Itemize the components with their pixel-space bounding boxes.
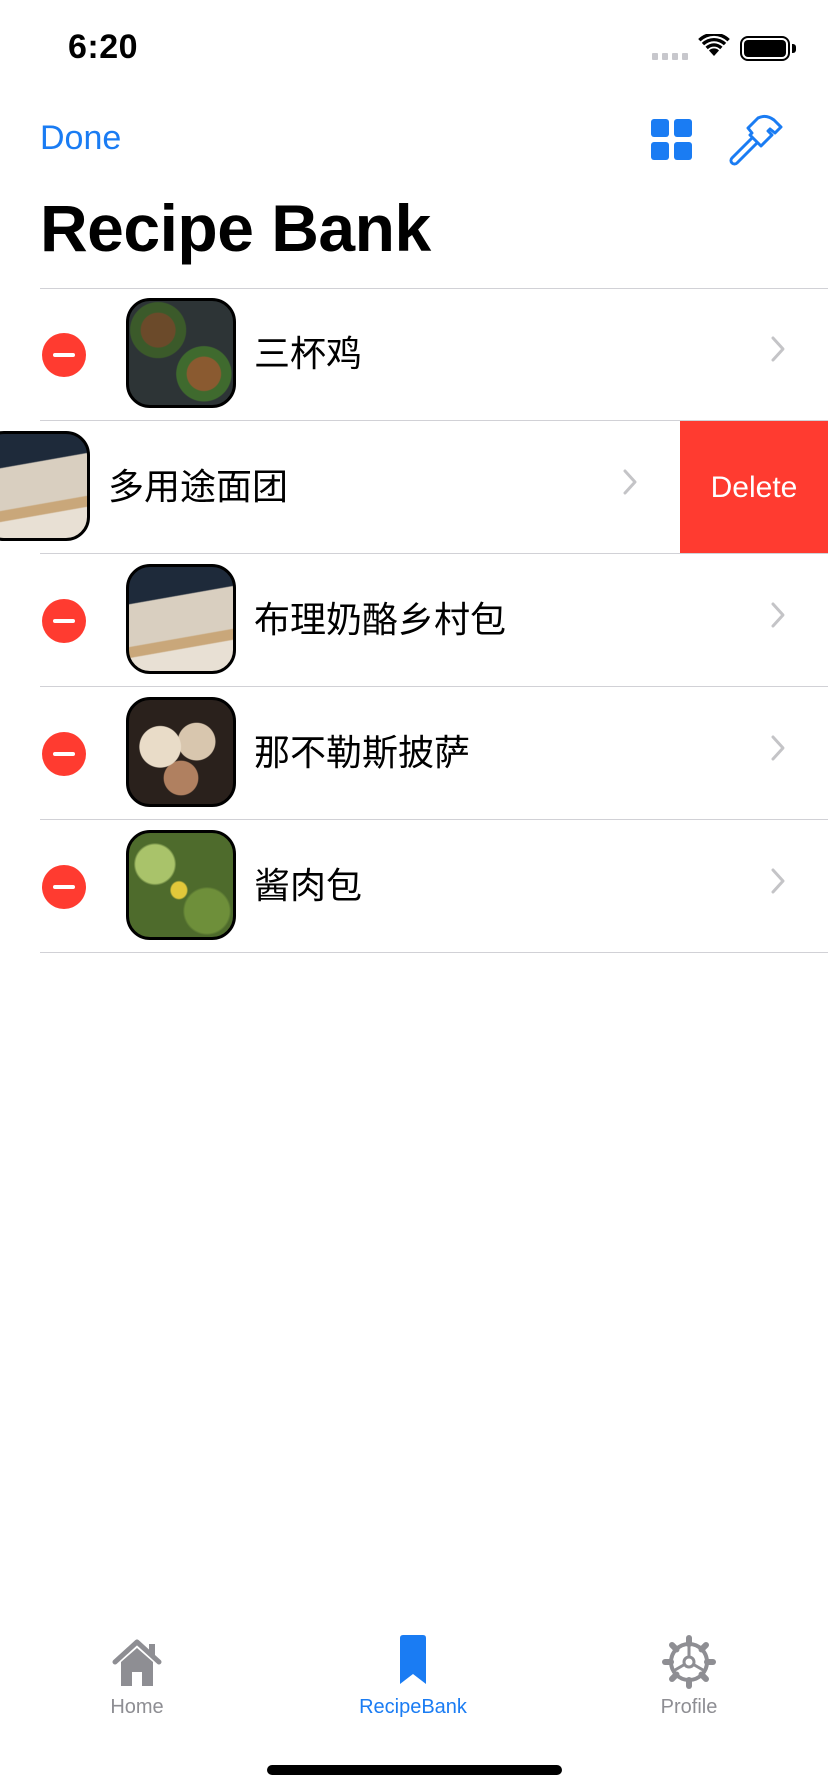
tab-label: Home <box>110 1696 164 1718</box>
chevron-right-icon <box>771 336 785 362</box>
chevron-right-icon <box>771 868 785 894</box>
recipe-name: 三杯鸡 <box>254 333 363 374</box>
status-bar: 6:20 <box>0 0 828 100</box>
recipe-list: 三杯鸡 多用途面团 Delete 布理奶酪乡村包 那不勒斯披萨 酱肉包 <box>0 288 828 953</box>
list-item[interactable]: 那不勒斯披萨 <box>0 687 828 820</box>
recipe-thumbnail <box>126 298 236 408</box>
chevron-right-icon <box>623 469 637 495</box>
delete-button[interactable]: Delete <box>680 421 828 554</box>
list-item[interactable]: 酱肉包 <box>0 820 828 953</box>
recipe-name: 酱肉包 <box>254 865 363 906</box>
delete-toggle-button[interactable] <box>42 333 86 377</box>
delete-toggle-button[interactable] <box>42 599 86 643</box>
recipe-thumbnail <box>0 431 90 541</box>
list-item[interactable]: 三杯鸡 <box>0 288 828 421</box>
recipe-thumbnail <box>126 830 236 940</box>
list-item-swiped[interactable]: 多用途面团 Delete <box>0 421 828 554</box>
list-item[interactable]: 布理奶酪乡村包 <box>0 554 828 687</box>
grid-view-icon[interactable] <box>651 119 693 161</box>
recipe-thumbnail <box>126 564 236 674</box>
status-time: 6:20 <box>68 28 139 66</box>
battery-icon <box>740 36 790 61</box>
recipe-thumbnail <box>126 697 236 807</box>
gear-icon <box>662 1635 716 1689</box>
tab-home[interactable]: Home <box>37 1632 237 1719</box>
chevron-right-icon <box>771 602 785 628</box>
home-indicator[interactable] <box>267 1765 562 1775</box>
delete-toggle-button[interactable] <box>42 732 86 776</box>
tab-recipebank[interactable]: RecipeBank <box>313 1632 513 1719</box>
wifi-icon <box>698 34 730 56</box>
recipe-name: 那不勒斯披萨 <box>254 732 471 773</box>
bookmark-icon <box>400 1635 426 1684</box>
house-icon <box>112 1639 162 1686</box>
chevron-right-icon <box>771 735 785 761</box>
delete-toggle-button[interactable] <box>42 865 86 909</box>
done-button[interactable]: Done <box>40 119 121 158</box>
tab-profile[interactable]: Profile <box>589 1632 789 1719</box>
battery-cap <box>792 44 796 53</box>
recipe-name: 布理奶酪乡村包 <box>254 599 507 640</box>
recipe-name: 多用途面团 <box>108 466 289 507</box>
cellular-signal-icon <box>652 53 688 60</box>
hammer-icon[interactable] <box>728 114 784 166</box>
tab-label: Profile <box>660 1696 718 1718</box>
page-title: Recipe Bank <box>40 191 431 265</box>
tab-label: RecipeBank <box>359 1696 467 1718</box>
